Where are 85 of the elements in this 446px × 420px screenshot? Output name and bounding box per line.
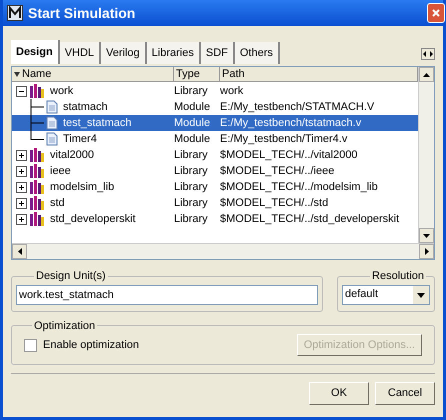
design-units-field[interactable]: work.test_statmach bbox=[16, 284, 318, 304]
tree-row[interactable]: vital2000 Library $MODEL_TECH/../vital2000 bbox=[12, 147, 418, 163]
group-label: Optimization bbox=[33, 318, 96, 334]
tab[interactable]: VHDL bbox=[60, 42, 102, 64]
document-icon bbox=[46, 116, 58, 130]
item-name: vital2000 bbox=[50, 148, 94, 163]
app-logo-icon bbox=[7, 5, 23, 21]
tab[interactable]: Others bbox=[234, 42, 280, 64]
tree-row[interactable]: ieee Library $MODEL_TECH/../ieee bbox=[12, 163, 418, 179]
tab[interactable]: SDF bbox=[200, 42, 235, 64]
tree-row[interactable]: statmach Module E:/My_testbench/STATMACH.V bbox=[12, 99, 418, 115]
column-label: Type bbox=[176, 67, 200, 82]
item-name: statmach bbox=[63, 100, 108, 115]
expand-icon[interactable] bbox=[16, 150, 27, 160]
tab[interactable]: Design bbox=[11, 40, 60, 64]
tree-row[interactable]: Timer4 Module E:/My_testbench/Timer4.v bbox=[12, 131, 418, 147]
tree-row[interactable]: modelsim_lib Library $MODEL_TECH/../modelsim_lib bbox=[12, 179, 418, 195]
up-arrow-icon bbox=[423, 72, 430, 76]
sort-arrow-icon bbox=[14, 72, 20, 76]
books-icon bbox=[29, 212, 45, 226]
item-name: test_statmach bbox=[63, 116, 132, 131]
column-header[interactable]: Name bbox=[12, 67, 174, 81]
item-name: work bbox=[50, 84, 74, 99]
tab[interactable]: Verilog bbox=[101, 42, 147, 64]
item-type: Library bbox=[174, 180, 209, 195]
resolution-dropdown[interactable]: default bbox=[342, 284, 430, 304]
dialog-button[interactable]: OK bbox=[309, 382, 369, 405]
expand-icon[interactable] bbox=[16, 182, 27, 192]
item-name: Timer4 bbox=[63, 132, 97, 147]
item-type: Module bbox=[174, 132, 212, 147]
item-name: ieee bbox=[50, 164, 71, 179]
books-icon bbox=[29, 196, 45, 210]
tree-row[interactable]: std_developerskit Library $MODEL_TECH/../std_developerskit bbox=[12, 211, 418, 227]
item-path: E:/My_testbench/Timer4.v bbox=[220, 132, 348, 147]
item-type: Library bbox=[174, 196, 209, 211]
item-path: $MODEL_TECH/../modelsim_lib bbox=[220, 180, 378, 195]
item-path: $MODEL_TECH/../std_developerskit bbox=[220, 212, 400, 227]
books-icon bbox=[29, 164, 45, 178]
tree-row[interactable]: test_statmach Module E:/My_testbench/tstatmach.v bbox=[12, 115, 418, 131]
close-icon bbox=[432, 9, 440, 17]
vertical-scrollbar[interactable] bbox=[418, 67, 434, 243]
item-path: work bbox=[220, 84, 244, 99]
item-name: modelsim_lib bbox=[50, 180, 114, 195]
expand-icon[interactable] bbox=[16, 198, 27, 208]
item-path: $MODEL_TECH/../std bbox=[220, 196, 328, 211]
right-arrow-icon bbox=[424, 248, 428, 255]
expand-icon[interactable] bbox=[16, 166, 27, 176]
item-name: std bbox=[50, 196, 65, 211]
dialog-button[interactable]: Cancel bbox=[375, 382, 435, 405]
collapse-icon[interactable] bbox=[16, 86, 27, 96]
horizontal-scrollbar[interactable] bbox=[12, 243, 434, 259]
item-type: Library bbox=[174, 148, 209, 163]
close-button[interactable] bbox=[427, 3, 445, 23]
down-arrow-icon bbox=[423, 234, 430, 238]
document-icon bbox=[46, 100, 58, 114]
item-path: E:/My_testbench/tstatmach.v bbox=[220, 116, 362, 131]
tree-row[interactable]: std Library $MODEL_TECH/../std bbox=[12, 195, 418, 211]
item-type: Library bbox=[174, 84, 209, 99]
item-path: $MODEL_TECH/../vital2000 bbox=[220, 148, 358, 163]
item-path: $MODEL_TECH/../ieee bbox=[220, 164, 334, 179]
group-label: Resolution bbox=[371, 269, 425, 284]
expand-icon[interactable] bbox=[16, 214, 27, 224]
item-name: std_developerskit bbox=[50, 212, 136, 227]
item-type: Module bbox=[174, 100, 212, 115]
checkbox[interactable] bbox=[24, 338, 37, 352]
column-label: Name bbox=[22, 67, 52, 82]
books-icon bbox=[29, 84, 45, 98]
dropdown-value: default bbox=[345, 287, 380, 302]
tree-connector bbox=[30, 99, 44, 115]
item-path: E:/My_testbench/STATMACH.V bbox=[220, 100, 374, 115]
item-type: Library bbox=[174, 212, 209, 227]
checkbox-label: Enable optimization bbox=[43, 338, 140, 353]
tab-scroll-arrows-icon[interactable] bbox=[421, 48, 435, 60]
books-icon bbox=[29, 148, 45, 162]
tree-row[interactable]: work Library work bbox=[12, 83, 418, 99]
column-label: Path bbox=[222, 67, 245, 82]
left-arrow-icon bbox=[18, 248, 22, 255]
item-type: Library bbox=[174, 164, 209, 179]
tab[interactable]: Libraries bbox=[146, 42, 201, 64]
column-header[interactable]: Type bbox=[174, 67, 220, 81]
books-icon bbox=[29, 180, 45, 194]
group-label: Design Unit(s) bbox=[35, 269, 107, 284]
item-type: Module bbox=[174, 116, 212, 131]
window-title: Start Simulation bbox=[28, 4, 136, 22]
document-icon bbox=[46, 132, 58, 146]
